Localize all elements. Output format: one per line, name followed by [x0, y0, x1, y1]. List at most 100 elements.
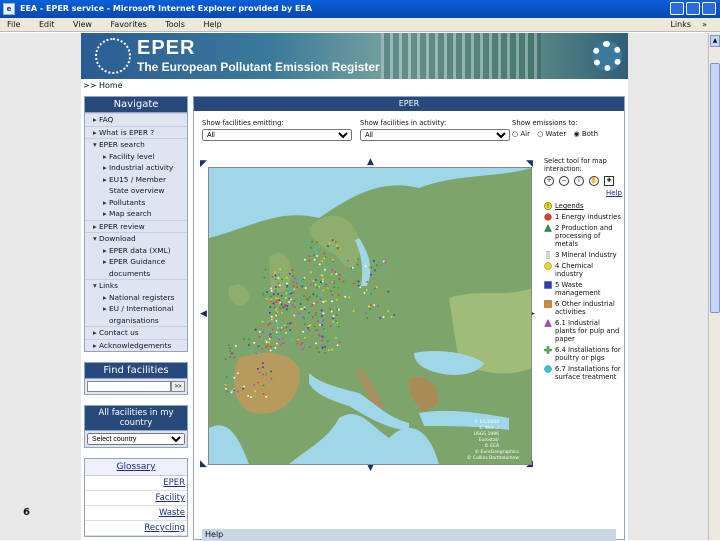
glossary-link-waste[interactable]: Waste — [85, 506, 187, 521]
menu-favorites[interactable]: Favorites — [111, 20, 147, 29]
legend-help-link[interactable]: Help — [606, 189, 622, 197]
facility-marker — [270, 287, 272, 290]
activity-select[interactable]: All — [360, 129, 510, 141]
info-icon[interactable]: i — [574, 176, 584, 186]
vertical-scrollbar[interactable]: ▲ — [708, 33, 720, 540]
nav-item[interactable]: organisations — [85, 315, 187, 327]
legend-panel: Select tool for map interaction: + − i ✋… — [544, 157, 622, 381]
glossary-title[interactable]: Glossary — [85, 459, 187, 476]
country-box: Select country — [84, 431, 188, 448]
nav-item[interactable]: ▸ National registers — [85, 292, 187, 304]
scroll-thumb[interactable] — [710, 63, 720, 313]
facility-marker — [379, 317, 382, 319]
facility-marker — [279, 329, 282, 332]
facility-marker — [330, 273, 333, 276]
emissions-radios: ○ Air ○ Water ◉ Both — [512, 130, 603, 138]
facility-marker — [277, 331, 280, 333]
svg-text:!: ! — [547, 203, 549, 210]
minimize-button[interactable] — [670, 2, 684, 15]
facility-marker — [247, 360, 250, 362]
zoom-in-icon[interactable]: + — [544, 176, 554, 186]
emitting-select[interactable]: All — [202, 129, 352, 141]
nav-item[interactable]: ▸ EU / International — [85, 303, 187, 315]
nav-item[interactable]: ▸ Contact us — [85, 326, 187, 339]
facility-marker — [236, 365, 238, 367]
breadcrumb[interactable]: >> Home — [83, 81, 123, 90]
radio-water[interactable]: ○ Water — [537, 130, 566, 138]
find-facilities-input[interactable] — [87, 381, 171, 392]
nav-item[interactable]: ▸ FAQ — [85, 113, 187, 126]
close-button[interactable] — [702, 2, 716, 15]
nav-item[interactable]: ▸ Acknowledgements — [85, 338, 187, 352]
glossary-link-facility[interactable]: Facility — [85, 491, 187, 506]
menu-file[interactable]: File — [7, 20, 20, 29]
facility-marker — [301, 308, 304, 310]
facility-marker — [311, 303, 314, 306]
facility-marker — [230, 348, 233, 351]
nav-item[interactable]: ▸ EPER data (XML) — [85, 245, 187, 257]
legend-triangle-icon — [544, 319, 552, 327]
menu-help[interactable]: Help — [203, 20, 221, 29]
links-toolbar[interactable]: Links — [670, 18, 691, 32]
nav-item[interactable]: ▾ Links — [85, 279, 187, 292]
pan-southwest-icon[interactable]: ◣ — [200, 459, 207, 469]
facility-marker — [370, 304, 372, 306]
facility-marker — [336, 347, 339, 349]
pan-west-icon[interactable]: ◀ — [200, 309, 207, 319]
europe-map[interactable]: © EC/2004 © Wor.../ USGS 1996 Eurostat/ … — [208, 167, 532, 465]
glossary-link-eper[interactable]: EPER — [85, 476, 187, 491]
menu-edit[interactable]: Edit — [39, 20, 55, 29]
facility-marker — [332, 320, 335, 323]
facility-marker — [277, 308, 280, 311]
menu-tools[interactable]: Tools — [165, 20, 185, 29]
nav-item[interactable]: ▸ What is EPER ? — [85, 125, 187, 139]
radio-air[interactable]: ○ Air — [512, 130, 530, 138]
nav-item[interactable]: ▾ EPER search — [85, 138, 187, 151]
nav-item-label: EPER review — [99, 221, 145, 231]
facility-marker — [262, 362, 264, 364]
nav-item[interactable]: State overview — [85, 185, 187, 197]
find-go-button[interactable]: >> — [171, 381, 185, 392]
facility-marker — [316, 301, 318, 304]
facility-marker — [338, 311, 340, 313]
nav-item[interactable]: ▸ Industrial activity — [85, 162, 187, 174]
zoom-out-icon[interactable]: − — [559, 176, 569, 186]
facility-marker — [269, 305, 272, 308]
facility-marker — [324, 295, 326, 297]
help-bar[interactable]: Help — [202, 529, 616, 541]
facility-marker — [342, 245, 345, 248]
country-select[interactable]: Select country — [87, 433, 185, 445]
pan-north-icon[interactable]: ▲ — [367, 157, 374, 167]
facility-marker — [321, 315, 323, 317]
facility-marker — [324, 330, 326, 332]
glossary-link-recycling[interactable]: Recycling — [85, 521, 187, 536]
radio-both[interactable]: ◉ Both — [573, 130, 598, 138]
map-image[interactable]: © EC/2004 © Wor.../ USGS 1996 Eurostat/ … — [209, 168, 531, 464]
menu-view[interactable]: View — [73, 20, 92, 29]
facility-marker — [329, 325, 332, 327]
pan-hand-icon[interactable]: ✋ — [589, 176, 599, 186]
banner-title: EPER — [137, 37, 196, 59]
nav-item[interactable]: ▸ Facility level — [85, 151, 187, 163]
facility-marker — [224, 385, 227, 388]
facility-marker — [274, 286, 277, 288]
nav-item[interactable]: ▸ Pollutants — [85, 197, 187, 209]
nav-item[interactable]: ▸ Map search — [85, 208, 187, 220]
nav-item-label: EPER Guidance — [109, 257, 166, 266]
scroll-up-icon[interactable]: ▲ — [710, 35, 720, 47]
nav-item[interactable]: ▸ EPER review — [85, 219, 187, 233]
maximize-button[interactable] — [686, 2, 700, 15]
pan-northwest-icon[interactable]: ◤ — [200, 159, 207, 169]
chevron-right-icon[interactable]: » — [702, 18, 707, 32]
facility-marker — [269, 346, 272, 348]
facility-marker — [337, 308, 340, 311]
nav-item[interactable]: ▸ EU15 / Member — [85, 174, 187, 186]
nav-item[interactable]: ▾ Download — [85, 232, 187, 245]
facility-marker — [233, 376, 236, 379]
nav-item[interactable]: ▸ EPER Guidance — [85, 256, 187, 268]
facility-marker — [304, 258, 306, 261]
nav-item[interactable]: documents — [85, 268, 187, 280]
facility-marker — [273, 306, 276, 309]
facility-marker — [282, 306, 284, 309]
reset-extent-icon[interactable]: ✚ — [604, 176, 614, 186]
